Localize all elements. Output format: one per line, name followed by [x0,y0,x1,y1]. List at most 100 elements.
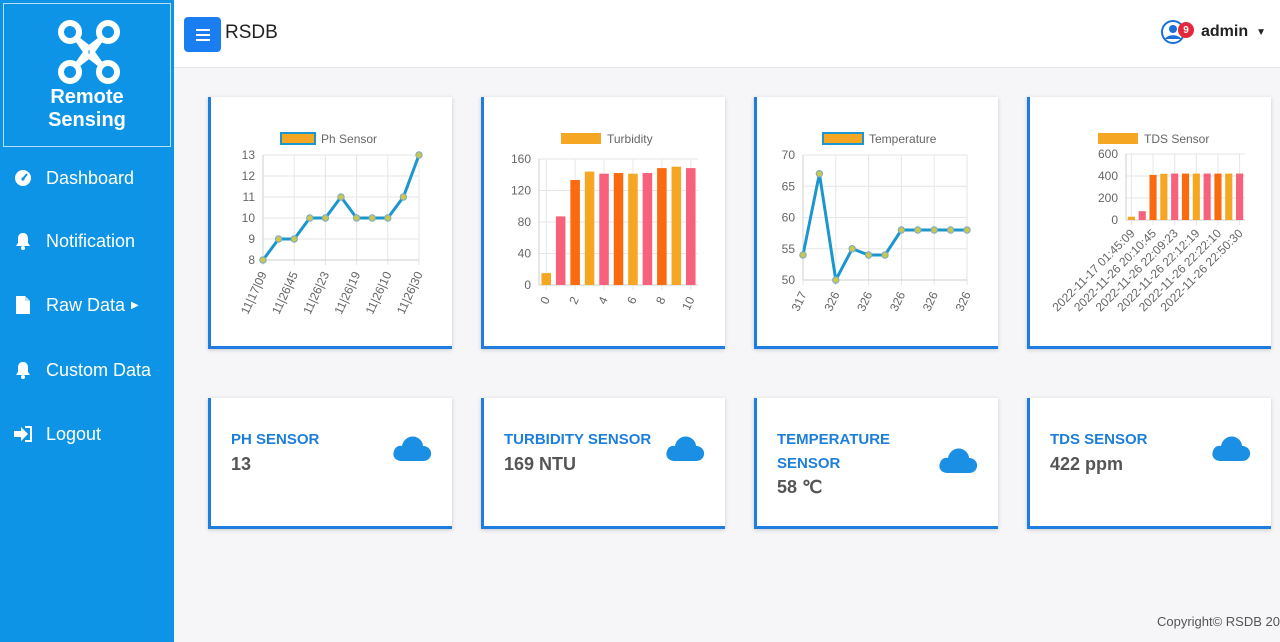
data-point [337,193,345,201]
x-tick-label: 6 [624,294,640,306]
sidebar-item-custom-data[interactable]: Custom Data [0,350,174,390]
y-tick-label: 400 [1098,169,1118,183]
hamburger-icon [195,28,210,41]
cloud-icon [1212,436,1251,461]
sidebar-item-raw-data[interactable]: Raw Data ▶ [0,285,174,325]
series-line [261,154,421,261]
bar [599,173,609,285]
data-point [832,276,840,284]
sidebar-item-logout[interactable]: Logout [0,414,174,454]
data-point [306,214,314,222]
username: admin [1200,23,1249,40]
x-tick-label: 4 [595,294,611,306]
x-tick-label: 11|26|19 [331,269,363,316]
temperature-sensor-card: TEMPERATURE SENSOR 58 ℃ [754,398,998,529]
legend-swatch [822,132,864,145]
cloud-icon [939,448,978,473]
y-tick-label: 120 [511,184,531,198]
y-tick-label: 55 [782,242,796,256]
caret-down-icon: ▼ [1256,26,1266,38]
bar [1160,173,1168,220]
bar [671,166,682,285]
data-point [290,235,298,243]
user-menu[interactable]: 9 admin ▼ [1160,20,1266,44]
drone-logo-icon [58,20,120,84]
x-tick-label: 326 [920,289,941,313]
data-point [914,226,922,234]
data-point [799,251,807,259]
card-title: PH SENSOR [231,431,320,448]
x-tick-label: 326 [821,289,842,313]
y-tick-label: 160 [511,152,531,166]
bar [1171,173,1179,220]
brand-logo-block[interactable]: Remote Sensing [3,3,171,147]
menu-toggle-button[interactable] [184,17,221,52]
card-title: TEMPERATURE SENSOR [777,431,891,472]
bar [657,168,667,285]
data-point [384,214,392,222]
data-point [321,214,330,222]
sidebar: Remote Sensing Dashboard Notification Ra… [0,0,174,642]
y-tick-label: 65 [782,179,796,193]
legend-swatch [280,132,316,145]
bar [1181,173,1190,220]
caret-right-icon: ▶ [131,299,139,311]
y-tick-label: 40 [518,247,532,261]
x-tick-label: 10 [679,294,697,312]
cloud-icon [393,436,432,461]
y-tick-label: 60 [782,211,796,225]
y-tick-label: 200 [1098,191,1118,205]
x-tick-label: 11|26|23 [300,269,332,316]
y-tick-label: 9 [248,232,255,246]
sidebar-item-label: Notification [46,230,136,251]
card-value: 422 ppm [1050,454,1124,474]
y-tick-label: 70 [782,148,796,162]
bar [1127,216,1135,220]
data-point [815,170,824,178]
bar [1149,174,1157,220]
y-tick-label: 13 [242,148,256,162]
data-point [259,256,267,264]
legend-swatch [561,133,601,144]
y-tick-label: 600 [1098,147,1118,161]
file-icon [14,296,32,314]
ph-chart: Ph Sensor131211109811|17|09 11|26|45 11|26… [238,132,426,316]
legend-swatch [1098,133,1138,144]
x-tick-label: 0 [537,294,553,306]
sidebar-item-dashboard[interactable]: Dashboard [0,158,174,198]
bell-icon [14,361,32,379]
x-tick-label: 326 [887,289,908,313]
data-point [415,151,423,159]
brand-line-2: Sensing [48,109,126,131]
legend-label: TDS Sensor [1144,132,1209,146]
y-tick-label: 12 [242,169,256,183]
bar [1225,173,1233,220]
bar [541,273,551,285]
sign-out-icon [14,425,32,443]
tds-chart: TDS Sensor60040020002022-11-17 01:45:092… [1049,132,1245,314]
data-point [897,226,906,234]
turbidity-chart-card: Turbidity 160 120 80 40 0 0 2 4 6 8 10 [481,97,725,349]
card-title: TDS SENSOR [1050,431,1148,448]
tds-sensor-card: TDS SENSOR 422 ppm [1027,398,1271,529]
bar [1236,173,1244,220]
x-tick-label: 317 [789,289,810,313]
sidebar-item-notification[interactable]: Notification [0,221,174,261]
footer-copyright: Copyright© RSDB 20 [1156,614,1280,629]
card-value: 58 ℃ [777,477,823,497]
bar [555,216,566,285]
x-tick-label: 2 [566,294,582,306]
card-value: 13 [231,454,252,474]
data-point [848,245,856,253]
legend-label: Ph Sensor [321,132,377,146]
legend-label: Turbidity [607,132,653,146]
y-tick-label: 50 [782,273,796,287]
top-header: RSDB 9 admin ▼ [174,0,1280,68]
x-tick-label: 11|26|45 [269,269,301,316]
y-tick-label: 8 [248,253,255,267]
tds-chart-card: TDS Sensor 600 400 200 0 2022-11-17 01:45:09 2… [1027,97,1271,349]
bar [1203,173,1211,220]
temperature-chart: Temperature 70 65 60 55 50 317 326 326 326 326 326 [782,132,974,313]
brand-line-1: Remote [50,86,124,108]
data-point [963,226,971,234]
